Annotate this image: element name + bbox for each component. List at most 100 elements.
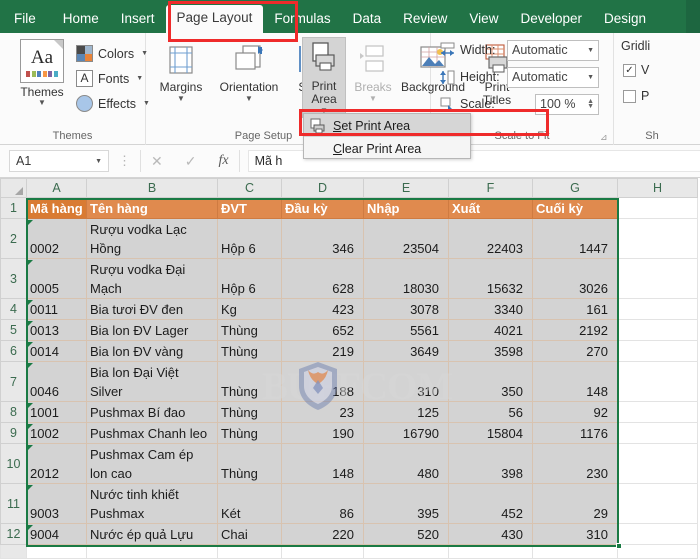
cell-A8[interactable]: 1001 [26,401,87,423]
cell-G8[interactable]: 92 [532,401,618,423]
cell-F5[interactable]: 4021 [448,319,533,341]
cell-D8[interactable]: 23 [281,401,364,423]
cell-B2[interactable]: Rượu vodka Lạc Hồng [86,218,218,259]
cell-E5[interactable]: 5561 [363,319,449,341]
cell-B6[interactable]: Bia lon ĐV vàng [86,340,218,362]
column-header-d[interactable]: D [281,178,364,198]
cell-B8[interactable]: Pushmax Bí đao [86,401,218,423]
row-header-3[interactable]: 3 [0,258,27,299]
cell-C11[interactable]: Két [217,483,282,524]
cell-header[interactable]: Cuối kỳ [532,197,618,219]
cell-C4[interactable]: Kg [217,298,282,320]
cell-E3[interactable]: 18030 [363,258,449,299]
cell-E4[interactable]: 3078 [363,298,449,320]
cell-D6[interactable]: 219 [281,340,364,362]
chevron-down-icon[interactable]: ▼ [136,75,143,82]
cell-C6[interactable]: Thùng [217,340,282,362]
cell-C10[interactable]: Thùng [217,443,282,484]
cell-empty[interactable] [217,544,282,559]
height-select[interactable]: Automatic ▼ [507,66,599,88]
row-header-11[interactable]: 11 [0,483,27,524]
cell-header[interactable]: Tên hàng [86,197,218,219]
themes-dropdown-arrow[interactable]: ▼ [12,99,72,107]
cell-empty[interactable] [617,298,698,320]
row-header-8[interactable]: 8 [0,401,27,423]
cell-A6[interactable]: 0014 [26,340,87,362]
tab-data[interactable]: Data [342,7,393,33]
cell-G9[interactable]: 1176 [532,422,618,444]
cell-F8[interactable]: 56 [448,401,533,423]
cell-F9[interactable]: 15804 [448,422,533,444]
cell-E2[interactable]: 23504 [363,218,449,259]
cell-header[interactable]: Nhập [363,197,449,219]
cell-D4[interactable]: 423 [281,298,364,320]
tab-view[interactable]: View [458,7,509,33]
cell-G5[interactable]: 2192 [532,319,618,341]
cell-F4[interactable]: 3340 [448,298,533,320]
column-header-b[interactable]: B [86,178,218,198]
cell-empty[interactable] [281,544,364,559]
cell-B9[interactable]: Pushmax Chanh leo [86,422,218,444]
scale-to-fit-dialog-launcher[interactable]: ⊿ [600,133,609,142]
cell-empty[interactable] [617,422,698,444]
row-header-7[interactable]: 7 [0,361,27,402]
chevron-down-icon[interactable]: ▼ [95,158,102,165]
cell-A2[interactable]: 0002 [26,218,87,259]
cell-empty[interactable] [617,361,698,402]
cell-G7[interactable]: 148 [532,361,618,402]
fx-icon[interactable]: fx [218,153,228,169]
scale-stepper[interactable]: 100 % ▲ ▼ [535,93,599,115]
cell-B11[interactable]: Nước tinh khiết Pushmax [86,483,218,524]
cell-empty[interactable] [617,483,698,524]
column-header-h[interactable]: H [617,178,698,198]
row-header-9[interactable]: 9 [0,422,27,444]
margins-dropdown-arrow[interactable]: ▼ [152,94,210,103]
cell-D7[interactable]: 188 [281,361,364,402]
cell-F10[interactable]: 398 [448,443,533,484]
column-header-a[interactable]: A [26,178,87,198]
cell-F3[interactable]: 15632 [448,258,533,299]
cell-B4[interactable]: Bia tươi ĐV đen [86,298,218,320]
cell-A10[interactable]: 2012 [26,443,87,484]
cell-empty[interactable] [617,544,698,559]
cell-B5[interactable]: Bia lon ĐV Lager [86,319,218,341]
theme-colors-button[interactable]: Colors ▼ [76,41,150,66]
cell-empty[interactable] [617,258,698,299]
menu-item-clear-print-area[interactable]: Clear Print Area [304,137,470,160]
width-select[interactable]: Automatic ▼ [507,39,599,61]
chevron-down-icon[interactable]: ▼ [587,47,594,54]
gridlines-print-checkbox[interactable]: P [623,89,649,103]
tab-insert[interactable]: Insert [110,7,166,33]
cell-F7[interactable]: 350 [448,361,533,402]
cell-G12[interactable]: 310 [532,523,618,545]
cell-G11[interactable]: 29 [532,483,618,524]
cell-G10[interactable]: 230 [532,443,618,484]
cell-C2[interactable]: Hộp 6 [217,218,282,259]
row-header-1[interactable]: 1 [0,197,27,219]
cell-A9[interactable]: 1002 [26,422,87,444]
cell-E8[interactable]: 125 [363,401,449,423]
tab-page-layout[interactable]: Page Layout [165,5,264,33]
cell-F2[interactable]: 22403 [448,218,533,259]
cell-header[interactable]: Mã hàng [26,197,87,219]
cell-empty[interactable] [26,544,87,559]
cell-empty[interactable] [617,401,698,423]
cell-D12[interactable]: 220 [281,523,364,545]
cell-empty[interactable] [617,197,698,219]
cell-empty[interactable] [86,544,218,559]
confirm-check-icon[interactable]: ✓ [185,153,197,170]
cell-E6[interactable]: 3649 [363,340,449,362]
cell-header[interactable]: ĐVT [217,197,282,219]
row-header-4[interactable]: 4 [0,298,27,320]
spinner-icon[interactable]: ▲ ▼ [587,98,594,110]
theme-effects-button[interactable]: Effects ▼ [76,91,150,116]
cell-F6[interactable]: 3598 [448,340,533,362]
cell-G2[interactable]: 1447 [532,218,618,259]
cell-C8[interactable]: Thùng [217,401,282,423]
cell-A12[interactable]: 9004 [26,523,87,545]
row-header-13[interactable] [0,544,27,559]
cell-F12[interactable]: 430 [448,523,533,545]
cell-D10[interactable]: 148 [281,443,364,484]
cell-B7[interactable]: Bia lon Đại Việt Silver [86,361,218,402]
menu-item-set-print-area[interactable]: Set Print Area [304,114,470,137]
